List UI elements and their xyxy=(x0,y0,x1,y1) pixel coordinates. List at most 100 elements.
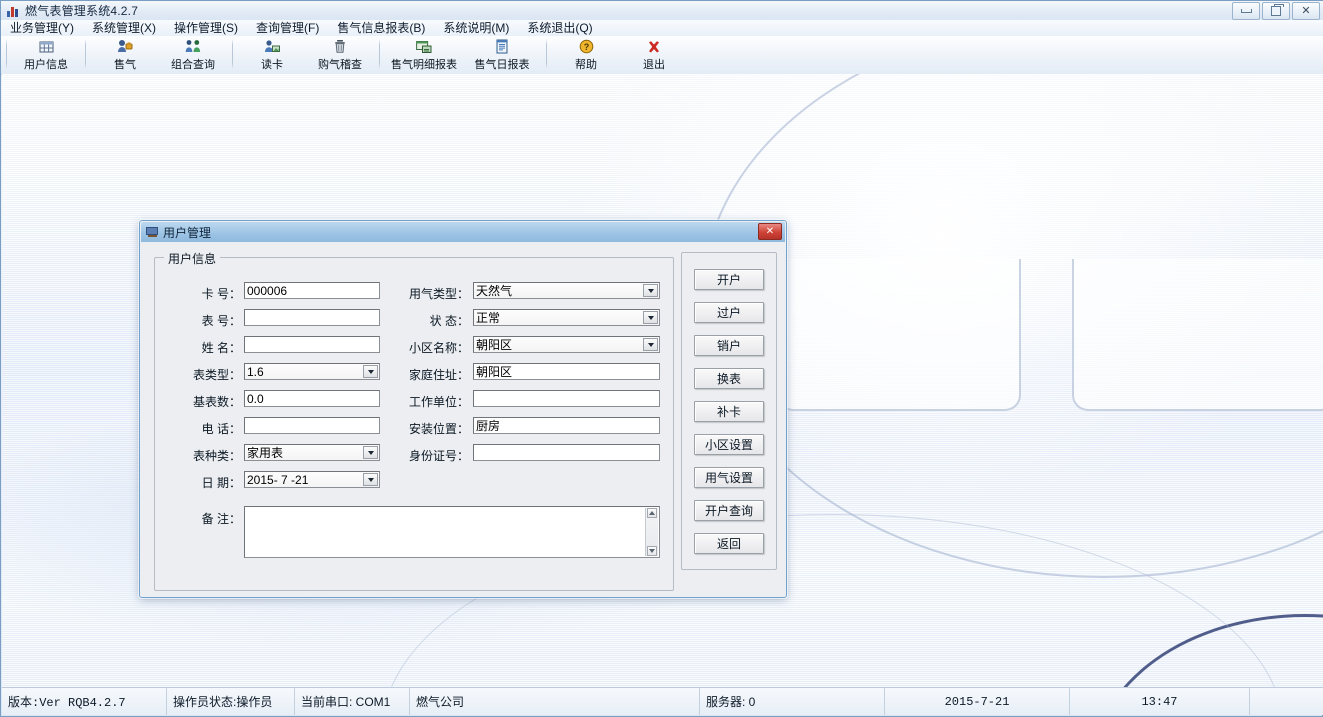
id-card-number-input[interactable] xyxy=(473,444,660,461)
user-info-groupbox: 用户信息 卡 号： 表 号： 姓 名： 表类型： 基表数： 电 话： 表种类： … xyxy=(154,257,674,591)
help-question-icon: ? xyxy=(576,38,596,55)
action-buttons-panel: 开户 过户 销户 换表 补卡 小区设置 用气设置 开户查询 返回 xyxy=(681,252,777,570)
base-meter-count-input[interactable] xyxy=(244,390,380,407)
status-combo[interactable]: 正常 xyxy=(473,309,660,326)
status-date: 2015-7-21 xyxy=(885,688,1070,715)
change-meter-button[interactable]: 换表 xyxy=(694,368,764,389)
open-account-query-button[interactable]: 开户查询 xyxy=(694,500,764,521)
gas-settings-button[interactable]: 用气设置 xyxy=(694,467,764,488)
open-account-button[interactable]: 开户 xyxy=(694,269,764,290)
label-work-unit: 工作单位： xyxy=(385,393,469,410)
remark-textarea[interactable] xyxy=(244,506,660,558)
gas-sell-icon xyxy=(115,38,135,55)
user-manage-icon xyxy=(146,226,159,238)
scroll-up-icon[interactable] xyxy=(647,508,657,518)
status-operator: 操作员状态:操作员 xyxy=(167,688,295,715)
label-id-card-number: 身份证号： xyxy=(385,447,469,464)
label-meter-number: 表 号： xyxy=(169,312,241,329)
toolbar-label: 退出 xyxy=(643,56,665,72)
label-meter-category: 表种类： xyxy=(169,447,241,464)
close-account-button[interactable]: 销户 xyxy=(694,335,764,356)
menu-item-exit[interactable]: 系统退出(Q) xyxy=(518,20,601,36)
status-filler xyxy=(1250,688,1323,715)
toolbar-button-gas-daily-report[interactable]: 售气日报表 xyxy=(463,36,541,72)
toolbar: 用户信息 售气 组合查询 读卡 购气稽查 xyxy=(1,36,1323,75)
user-name-input[interactable] xyxy=(244,336,380,353)
chevron-down-icon[interactable] xyxy=(643,338,658,351)
status-serial-port: 当前串口: COM1 xyxy=(295,688,410,715)
svg-text:?: ? xyxy=(583,42,589,52)
community-settings-button[interactable]: 小区设置 xyxy=(694,434,764,455)
home-address-input[interactable] xyxy=(473,363,660,380)
read-card-icon xyxy=(262,38,282,55)
scroll-down-icon[interactable] xyxy=(647,546,657,556)
date-value: 2015- 7 -21 xyxy=(247,473,308,487)
toolbar-button-user-info[interactable]: 用户信息 xyxy=(12,36,80,72)
chevron-down-icon[interactable] xyxy=(643,284,658,297)
toolbar-button-gas-purchase-audit[interactable]: 购气稽查 xyxy=(306,36,374,72)
card-number-input[interactable] xyxy=(244,282,380,299)
label-card-number: 卡 号： xyxy=(169,285,241,302)
meter-category-value: 家用表 xyxy=(247,446,283,460)
toolbar-separator xyxy=(6,39,7,69)
meter-number-input[interactable] xyxy=(244,309,380,326)
maximize-icon xyxy=(1271,6,1281,16)
menu-item-operation[interactable]: 操作管理(S) xyxy=(165,20,247,36)
status-server: 服务器: 0 xyxy=(700,688,885,715)
window-title: 燃气表管理系统4.2.7 xyxy=(25,2,138,19)
gas-type-combo[interactable]: 天然气 xyxy=(473,282,660,299)
toolbar-button-combined-query[interactable]: 组合查询 xyxy=(159,36,227,72)
menu-item-help[interactable]: 系统说明(M) xyxy=(434,20,518,36)
menu-item-gas-report[interactable]: 售气信息报表(B) xyxy=(328,20,434,36)
back-button[interactable]: 返回 xyxy=(694,533,764,554)
exit-x-icon xyxy=(644,38,664,55)
chevron-down-icon[interactable] xyxy=(643,311,658,324)
remark-scrollbar[interactable] xyxy=(645,508,658,556)
toolbar-label: 组合查询 xyxy=(171,56,215,72)
report-detail-icon xyxy=(414,38,434,55)
toolbar-button-gas-detail-report[interactable]: 售气明细报表 xyxy=(385,36,463,72)
report-daily-icon xyxy=(492,38,512,55)
install-position-input[interactable] xyxy=(473,417,660,434)
toolbar-button-sell-gas[interactable]: 售气 xyxy=(91,36,159,72)
label-install-position: 安装位置： xyxy=(385,420,469,437)
label-date: 日 期： xyxy=(169,474,241,491)
dialog-close-button[interactable]: ✕ xyxy=(758,223,782,240)
menu-item-business[interactable]: 业务管理(Y) xyxy=(1,20,83,36)
menu-item-query[interactable]: 查询管理(F) xyxy=(247,20,328,36)
menu-bar: 业务管理(Y) 系统管理(X) 操作管理(S) 查询管理(F) 售气信息报表(B… xyxy=(1,20,1323,37)
community-name-combo[interactable]: 朝阳区 xyxy=(473,336,660,353)
toolbar-label: 售气 xyxy=(114,56,136,72)
maximize-button[interactable] xyxy=(1262,2,1290,20)
minimize-button[interactable] xyxy=(1232,2,1260,20)
gas-type-value: 天然气 xyxy=(476,284,512,298)
toolbar-label: 售气日报表 xyxy=(475,56,530,72)
work-unit-input[interactable] xyxy=(473,390,660,407)
user-management-dialog: 用户管理 ✕ 用户信息 卡 号： 表 号： 姓 名： 表类型： 基表数： 电 话… xyxy=(139,220,787,598)
phone-input[interactable] xyxy=(244,417,380,434)
close-button[interactable]: ✕ xyxy=(1292,2,1320,20)
date-combo[interactable]: 2015- 7 -21 xyxy=(244,471,380,488)
close-icon: ✕ xyxy=(1301,6,1310,17)
chevron-down-icon[interactable] xyxy=(363,473,378,486)
transfer-account-button[interactable]: 过户 xyxy=(694,302,764,323)
toolbar-label: 帮助 xyxy=(575,56,597,72)
toolbar-button-read-card[interactable]: 读卡 xyxy=(238,36,306,72)
toolbar-separator xyxy=(85,39,86,69)
reissue-card-button[interactable]: 补卡 xyxy=(694,401,764,422)
status-bar: 版本:Ver RQB4.2.7 操作员状态:操作员 当前串口: COM1 燃气公… xyxy=(2,687,1323,715)
status-time: 13:47 xyxy=(1070,688,1250,715)
window-controls: ✕ xyxy=(1232,2,1320,20)
toolbar-button-exit[interactable]: 退出 xyxy=(620,36,688,72)
meter-type-combo[interactable]: 1.6 xyxy=(244,363,380,380)
menu-item-system[interactable]: 系统管理(X) xyxy=(83,20,165,36)
label-base-meter-count: 基表数： xyxy=(169,393,241,410)
dialog-title-bar[interactable]: 用户管理 ✕ xyxy=(141,222,785,242)
meter-category-combo[interactable]: 家用表 xyxy=(244,444,380,461)
label-home-address: 家庭住址： xyxy=(385,366,469,383)
label-gas-type: 用气类型： xyxy=(385,285,469,302)
chevron-down-icon[interactable] xyxy=(363,446,378,459)
chevron-down-icon[interactable] xyxy=(363,365,378,378)
toolbar-button-help[interactable]: ? 帮助 xyxy=(552,36,620,72)
toolbar-label: 用户信息 xyxy=(24,56,68,72)
